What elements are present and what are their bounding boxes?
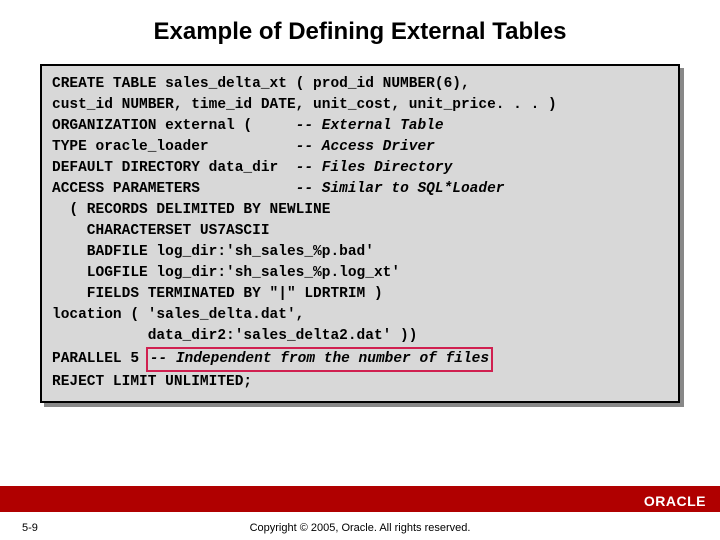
code-text: TYPE oracle_loader (52, 139, 209, 155)
code-comment: -- Access Driver (296, 139, 435, 155)
code-text: ACCESS PARAMETERS (52, 181, 200, 197)
code-line: PARALLEL 5 -- Independent from the numbe… (52, 347, 668, 372)
code-line: CHARACTERSET US7ASCII (52, 221, 668, 242)
slide-title: Example of Defining External Tables (0, 0, 720, 58)
code-line: CREATE TABLE sales_delta_xt ( prod_id NU… (52, 74, 668, 95)
code-line: ACCESS PARAMETERS -- Similar to SQL*Load… (52, 179, 668, 200)
code-block: CREATE TABLE sales_delta_xt ( prod_id NU… (40, 64, 680, 403)
code-comment: -- External Table (296, 118, 444, 134)
code-line: BADFILE log_dir:'sh_sales_%p.bad' (52, 242, 668, 263)
code-text: PARALLEL 5 (52, 351, 148, 367)
code-line: LOGFILE log_dir:'sh_sales_%p.log_xt' (52, 263, 668, 284)
code-line: TYPE oracle_loader -- Access Driver (52, 137, 668, 158)
code-text: DEFAULT DIRECTORY data_dir (52, 160, 278, 176)
code-line: data_dir2:'sales_delta2.dat' )) (52, 326, 668, 347)
code-line: ( RECORDS DELIMITED BY NEWLINE (52, 200, 668, 221)
code-comment: -- Similar to SQL*Loader (296, 181, 505, 197)
copyright-text: Copyright © 2005, Oracle. All rights res… (0, 522, 720, 534)
highlighted-comment: -- Independent from the number of files (146, 347, 493, 372)
footer-bar (0, 486, 720, 512)
code-line: cust_id NUMBER, time_id DATE, unit_cost,… (52, 95, 668, 116)
code-line: REJECT LIMIT UNLIMITED; (52, 372, 668, 393)
oracle-logo: ORACLE (644, 493, 706, 509)
code-line: DEFAULT DIRECTORY data_dir -- Files Dire… (52, 158, 668, 179)
code-comment: -- Files Directory (296, 160, 453, 176)
code-line: location ( 'sales_delta.dat', (52, 305, 668, 326)
code-text: ORGANIZATION external ( (52, 118, 252, 134)
code-line: FIELDS TERMINATED BY "|" LDRTRIM ) (52, 284, 668, 305)
code-line: ORGANIZATION external ( -- External Tabl… (52, 116, 668, 137)
